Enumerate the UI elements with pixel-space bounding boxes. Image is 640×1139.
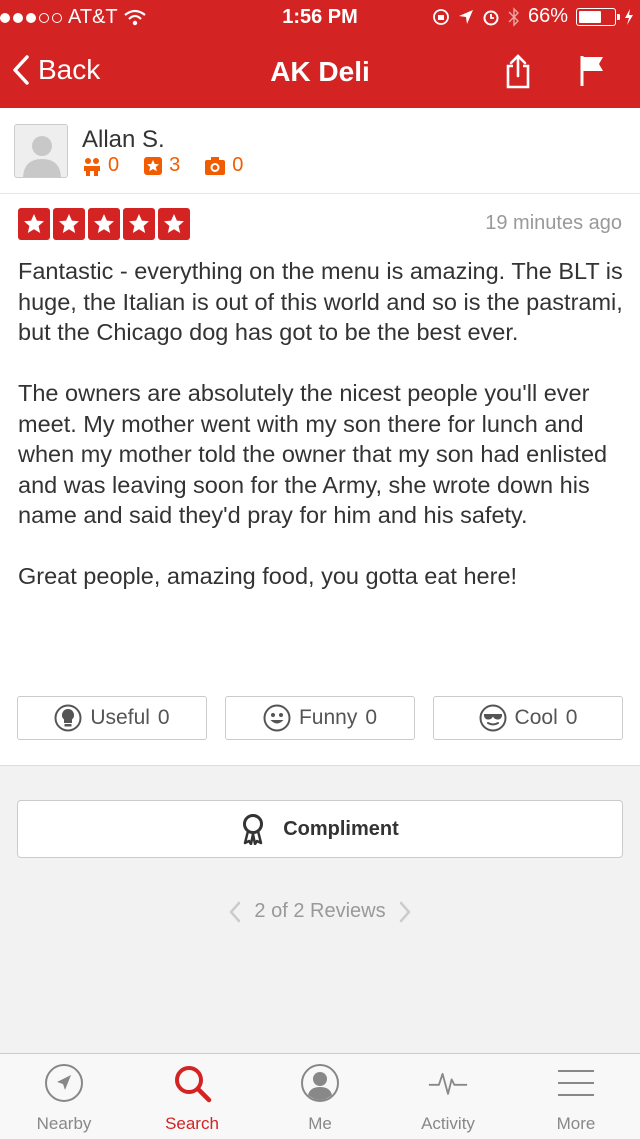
more-icon — [558, 1070, 594, 1096]
review-timestamp: 19 minutes ago — [485, 212, 622, 234]
tab-me[interactable]: Me — [256, 1054, 384, 1139]
compliment-button[interactable]: Compliment — [17, 800, 623, 858]
tab-label: Nearby — [36, 1114, 92, 1133]
avatar — [14, 124, 68, 178]
reviews-count: 3 — [169, 154, 181, 176]
star-rating — [18, 208, 190, 240]
tab-search[interactable]: Search — [128, 1054, 256, 1139]
chevron-right-icon[interactable] — [398, 901, 412, 923]
tab-label: Search — [165, 1114, 219, 1133]
cool-count: 0 — [565, 706, 578, 729]
chevron-left-icon[interactable] — [228, 901, 242, 923]
photos-icon — [205, 156, 226, 175]
review-paragraph: Great people, amazing food, you gotta ea… — [18, 563, 518, 589]
share-icon — [506, 54, 530, 89]
status-bar: AT&T 1:56 PM 66% — [0, 0, 640, 36]
charging-icon — [625, 8, 633, 25]
review-pager: 2 of 2 Reviews — [0, 900, 640, 923]
useful-button[interactable]: Useful 0 — [17, 696, 207, 740]
friends-icon — [84, 157, 100, 176]
battery-icon — [576, 7, 620, 26]
review-paragraph: The owners are absolutely the nicest peo… — [18, 380, 608, 528]
star-icon — [18, 208, 50, 240]
tab-more[interactable]: More — [512, 1054, 640, 1139]
nav-bar: Back AK Deli — [0, 40, 640, 104]
search-icon — [175, 1066, 212, 1103]
photos-count: 0 — [232, 154, 244, 176]
useful-label: Useful — [90, 706, 150, 729]
rotation-lock-icon — [433, 8, 449, 25]
alarm-icon — [483, 10, 499, 25]
star-icon — [158, 208, 190, 240]
me-icon — [301, 1064, 339, 1102]
pager-label: 2 of 2 Reviews — [254, 900, 386, 922]
status-right: 66% — [432, 5, 634, 28]
tab-label: Me — [308, 1114, 332, 1133]
review-count-icon — [144, 156, 163, 175]
useful-count: 0 — [157, 706, 170, 729]
app-header: AT&T 1:56 PM 66% Back AK Deli — [0, 0, 640, 108]
bluetooth-icon — [508, 6, 519, 27]
star-icon — [123, 208, 155, 240]
activity-icon — [428, 1072, 468, 1095]
tab-nearby[interactable]: Nearby — [0, 1054, 128, 1139]
review-text: Fantastic - everything on the menu is am… — [18, 256, 626, 622]
tab-activity[interactable]: Activity — [384, 1054, 512, 1139]
author-name: Allan S. — [82, 126, 165, 153]
review-author[interactable]: Allan S. 0 3 0 — [0, 108, 640, 194]
award-ribbon-icon — [243, 814, 264, 845]
author-stats: 0 3 0 — [82, 154, 243, 177]
nearby-icon — [45, 1064, 83, 1102]
tab-label: More — [556, 1114, 596, 1133]
location-icon — [458, 9, 473, 24]
cool-button[interactable]: Cool 0 — [433, 696, 623, 740]
friends-count: 0 — [108, 154, 120, 176]
review-card: Allan S. 0 3 0 19 minutes ago Fantastic … — [0, 108, 640, 766]
tab-label: Activity — [421, 1114, 475, 1133]
star-icon — [88, 208, 120, 240]
funny-button[interactable]: Funny 0 — [225, 696, 415, 740]
star-icon — [53, 208, 85, 240]
report-button[interactable] — [578, 54, 606, 93]
cool-label: Cool — [514, 706, 558, 729]
lightbulb-icon — [54, 704, 82, 732]
flag-icon — [580, 56, 603, 86]
default-avatar-icon — [23, 136, 61, 177]
review-paragraph: Fantastic - everything on the menu is am… — [18, 258, 623, 345]
tab-bar: Nearby Search Me Activity More — [0, 1053, 640, 1139]
compliment-label: Compliment — [283, 817, 399, 840]
share-button[interactable] — [504, 54, 532, 95]
page-title: AK Deli — [270, 56, 370, 87]
smiley-icon — [263, 704, 291, 732]
sunglasses-face-icon — [479, 704, 507, 732]
battery-percent: 66% — [527, 5, 568, 27]
funny-label: Funny — [298, 706, 358, 729]
funny-count: 0 — [365, 706, 378, 729]
